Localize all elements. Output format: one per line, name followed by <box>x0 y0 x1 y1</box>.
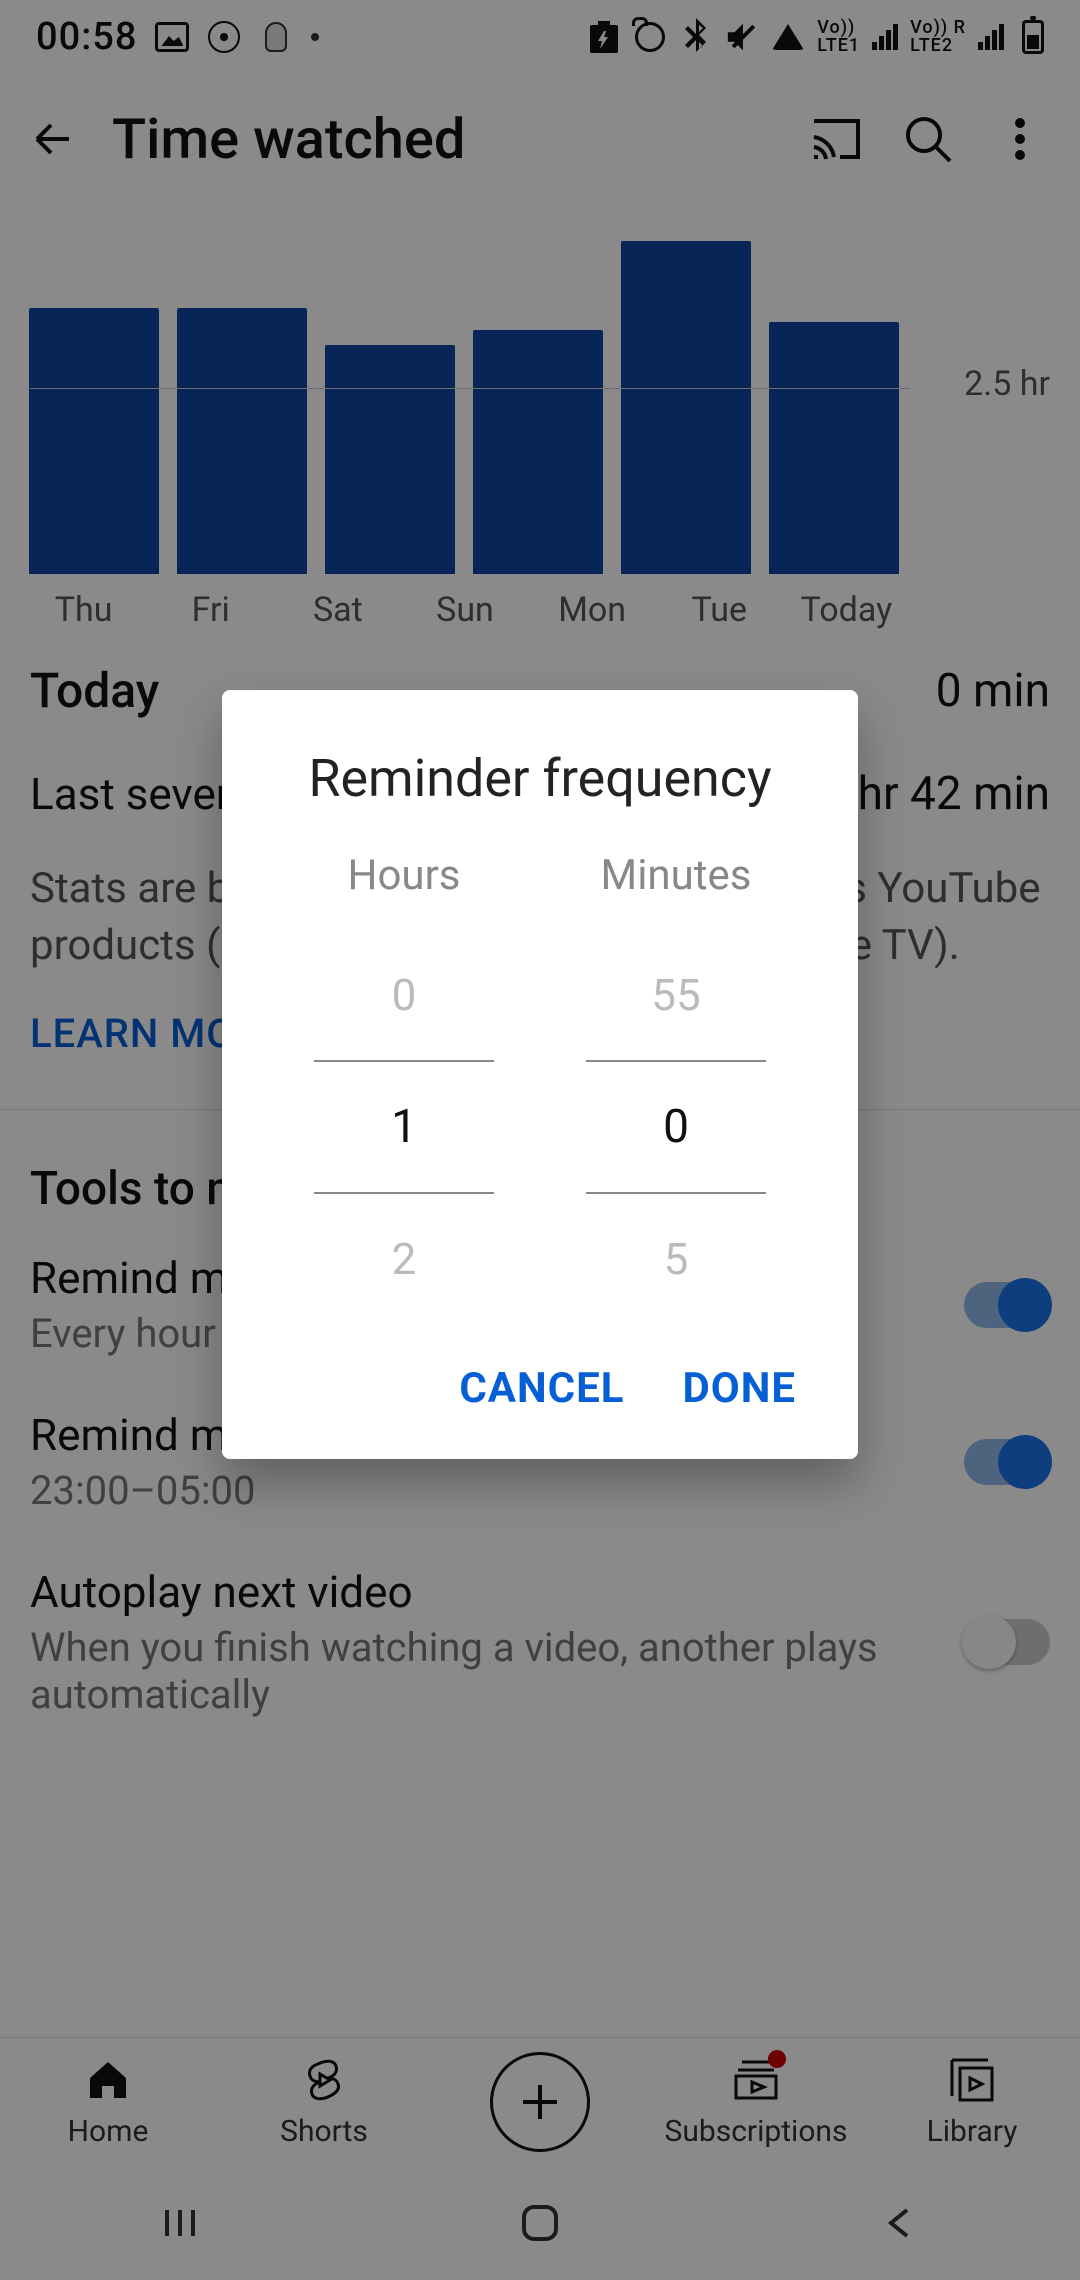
hours-selected: 1 <box>284 1062 524 1192</box>
reminder-frequency-dialog: Reminder frequency Hours 0 1 2 Minutes 5… <box>222 690 858 1459</box>
hours-picker[interactable]: 0 1 2 <box>284 930 524 1324</box>
hours-next: 2 <box>284 1194 524 1324</box>
cancel-button[interactable]: CANCEL <box>459 1364 624 1413</box>
minutes-next: 5 <box>556 1194 796 1324</box>
hours-prev: 0 <box>284 930 524 1060</box>
minutes-selected: 0 <box>556 1062 796 1192</box>
done-button[interactable]: DONE <box>682 1364 796 1413</box>
minutes-picker[interactable]: 55 0 5 <box>556 930 796 1324</box>
minutes-prev: 55 <box>556 930 796 1060</box>
hours-label: Hours <box>284 851 524 900</box>
minutes-label: Minutes <box>556 851 796 900</box>
dialog-title: Reminder frequency <box>284 748 796 809</box>
